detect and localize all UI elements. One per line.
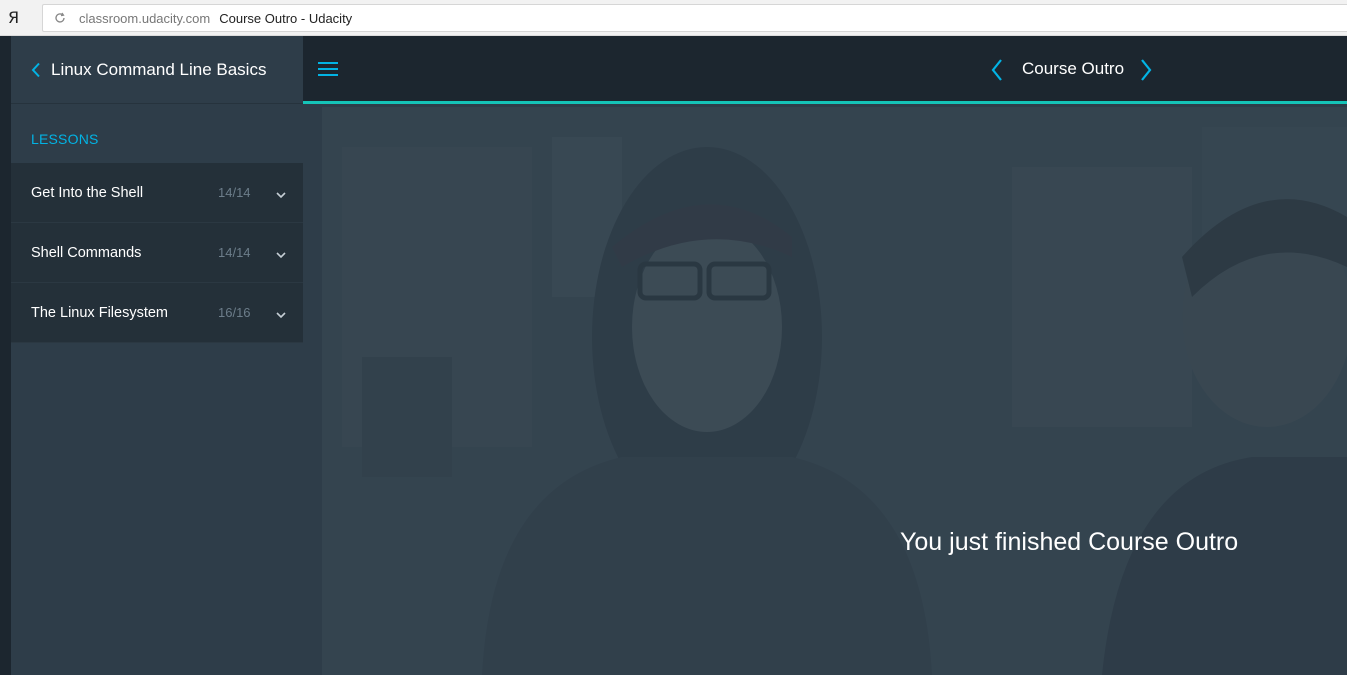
lesson-item[interactable]: Shell Commands 14/14 [11,223,303,283]
lessons-list: LESSONS Get Into the Shell 14/14 Shell C… [11,104,303,343]
chevron-down-icon[interactable] [275,247,287,259]
sidebar: Linux Command Line Basics LESSONS Get In… [11,36,303,675]
video-overlay [322,107,1347,675]
lesson-title: Get Into the Shell [31,184,144,201]
concept-title: Course Outro [1022,59,1125,78]
content-gutter [303,107,322,675]
chevron-down-icon[interactable] [275,307,287,319]
previous-concept-button[interactable] [989,58,1005,82]
left-edge [0,36,11,675]
chevron-down-icon[interactable] [275,187,287,199]
lessons-heading: LESSONS [31,131,99,147]
browser-logo[interactable]: Я [8,8,26,28]
lesson-item[interactable]: The Linux Filesystem 16/16 [11,283,303,343]
video-player[interactable]: You just finished Course Outro [322,107,1347,675]
page-title: Course Outro - Udacity [219,10,353,26]
url-domain: classroom.udacity.com [79,10,211,26]
reload-icon[interactable] [52,10,68,26]
concept-header: Course Outro [303,36,1347,104]
address-bar[interactable]: classroom.udacity.com Course Outro - Uda… [42,4,1347,32]
course-title: Linux Command Line Basics [51,59,267,79]
lesson-item[interactable]: Get Into the Shell 14/14 [11,163,303,223]
course-back-link[interactable]: Linux Command Line Basics [11,36,303,104]
finished-message: You just finished Course Outro [900,528,1239,556]
browser-toolbar: Я classroom.udacity.com Course Outro - U… [0,0,1347,36]
lesson-progress: 16/16 [218,305,251,320]
lesson-title: The Linux Filesystem [31,304,168,321]
lesson-title: Shell Commands [31,244,142,261]
lesson-progress: 14/14 [218,245,251,260]
hamburger-menu-icon[interactable] [317,60,339,78]
chevron-left-icon [31,62,45,78]
next-concept-button[interactable] [1138,58,1154,82]
lesson-progress: 14/14 [218,185,251,200]
classroom-app: Linux Command Line Basics LESSONS Get In… [0,36,1347,675]
